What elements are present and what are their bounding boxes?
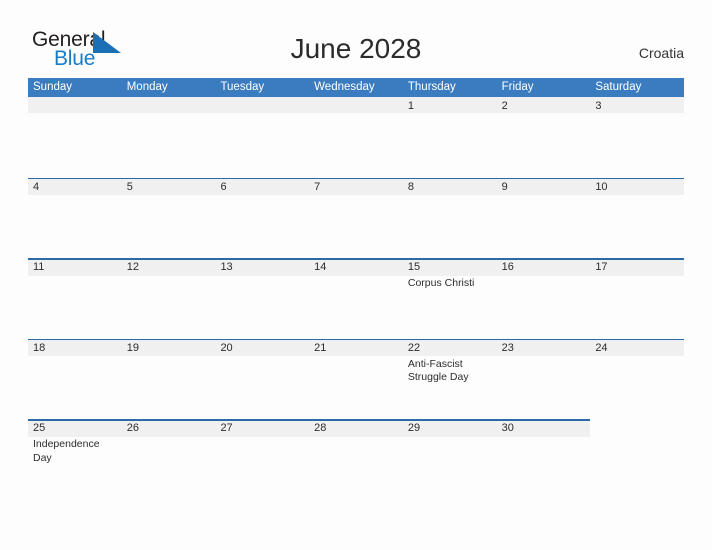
week-row: 4 5 6 7 8 9 10 [28, 177, 684, 259]
dow-sunday: Sunday [33, 81, 73, 93]
day-cell[interactable]: 29 [403, 419, 497, 500]
day-number: 30 [501, 422, 514, 434]
day-number: 18 [33, 341, 46, 354]
day-cell[interactable]: 21 [309, 339, 403, 420]
day-event: Corpus Christi [407, 277, 475, 289]
page-header: General Blue June 2028 Croatia [0, 0, 712, 78]
day-number: 19 [126, 341, 139, 354]
day-number: 14 [314, 261, 327, 273]
day-number: 17 [595, 261, 608, 273]
day-cell[interactable]: 24 [590, 339, 684, 420]
day-cell[interactable]: 25 Independence Day [28, 419, 122, 500]
week-row: 18 19 20 21 22 Anti-Fascist Struggle Day … [28, 338, 684, 420]
day-number: 5 [126, 180, 133, 193]
day-cell[interactable]: 19 [122, 339, 216, 420]
day-cell[interactable]: 18 [28, 339, 122, 420]
day-cell[interactable]: 10 [590, 178, 684, 259]
day-cell[interactable] [122, 97, 216, 178]
day-number: 20 [220, 341, 233, 354]
dow-friday: Friday [501, 81, 534, 93]
country-label: Croatia [638, 45, 684, 61]
dow-tuesday: Tuesday [220, 81, 265, 93]
day-number: 27 [220, 422, 233, 434]
day-cell[interactable] [28, 97, 122, 178]
week-row: 25 Independence Day 26 27 28 29 30 [28, 419, 684, 500]
day-cell[interactable]: 28 [309, 419, 403, 500]
day-number: 24 [595, 341, 608, 354]
day-cell[interactable]: 27 [215, 419, 309, 500]
day-cell[interactable]: 17 [590, 258, 684, 339]
day-cell[interactable]: 3 [590, 97, 684, 178]
calendar-page: General Blue June 2028 Croatia Sunday Mo… [0, 0, 712, 550]
day-number: 9 [501, 180, 508, 193]
day-number: 21 [314, 341, 327, 354]
day-cell[interactable]: 12 [122, 258, 216, 339]
day-cell[interactable]: 4 [28, 178, 122, 259]
day-cell[interactable]: 16 [497, 258, 591, 339]
day-number: 1 [407, 100, 414, 112]
day-cell[interactable]: 2 [497, 97, 591, 178]
day-number: 26 [126, 422, 139, 434]
day-number: 25 [33, 422, 46, 434]
page-title: June 2028 [290, 33, 422, 64]
day-number: 11 [33, 261, 45, 273]
day-cell[interactable] [215, 97, 309, 178]
day-cell[interactable]: 9 [497, 178, 591, 259]
day-number: 12 [126, 261, 139, 273]
day-cell[interactable]: 5 [122, 178, 216, 259]
day-cell[interactable]: 8 [403, 178, 497, 259]
day-cell[interactable]: 30 [497, 419, 591, 500]
week-row: 11 12 13 14 15 Corpus Christi 16 17 [28, 258, 684, 339]
day-cell[interactable]: 20 [215, 339, 309, 420]
dow-thursday: Thursday [407, 81, 456, 93]
day-number: 28 [314, 422, 327, 434]
week-row: 1 2 3 [28, 97, 684, 178]
day-cell[interactable]: 23 [497, 339, 591, 420]
day-cell[interactable]: 7 [309, 178, 403, 259]
day-number: 4 [33, 180, 40, 193]
dow-wednesday: Wednesday [314, 81, 375, 93]
day-number: 23 [501, 341, 514, 354]
day-number: 13 [220, 261, 233, 273]
dow-monday: Monday [126, 81, 168, 93]
day-number: 22 [407, 341, 421, 354]
day-number: 29 [407, 422, 421, 434]
day-cell[interactable]: 22 Anti-Fascist Struggle Day [403, 339, 497, 420]
day-event: Independence Day [33, 438, 100, 464]
day-number: 16 [501, 261, 514, 273]
day-cell[interactable] [309, 97, 403, 178]
day-number: 7 [314, 180, 321, 193]
day-cell[interactable] [590, 419, 684, 500]
day-number: 15 [407, 261, 421, 273]
day-cell[interactable]: 15 Corpus Christi [403, 258, 497, 339]
day-number: 3 [595, 100, 602, 112]
day-cell[interactable]: 6 [215, 178, 309, 259]
day-of-week-header: Sunday Monday Tuesday Wednesday Thursday… [28, 78, 684, 97]
day-cell[interactable]: 13 [215, 258, 309, 339]
day-number: 2 [501, 100, 508, 112]
day-event: Anti-Fascist Struggle Day [407, 357, 469, 384]
day-number: 10 [595, 180, 608, 193]
day-cell[interactable]: 11 [28, 258, 122, 339]
day-number: 6 [220, 180, 227, 193]
dow-saturday: Saturday [595, 81, 642, 93]
calendar-grid: Sunday Monday Tuesday Wednesday Thursday… [28, 78, 684, 500]
day-cell[interactable]: 14 [309, 258, 403, 339]
day-cell[interactable]: 26 [122, 419, 216, 500]
day-number: 8 [407, 180, 414, 193]
day-cell[interactable]: 1 [403, 97, 497, 178]
